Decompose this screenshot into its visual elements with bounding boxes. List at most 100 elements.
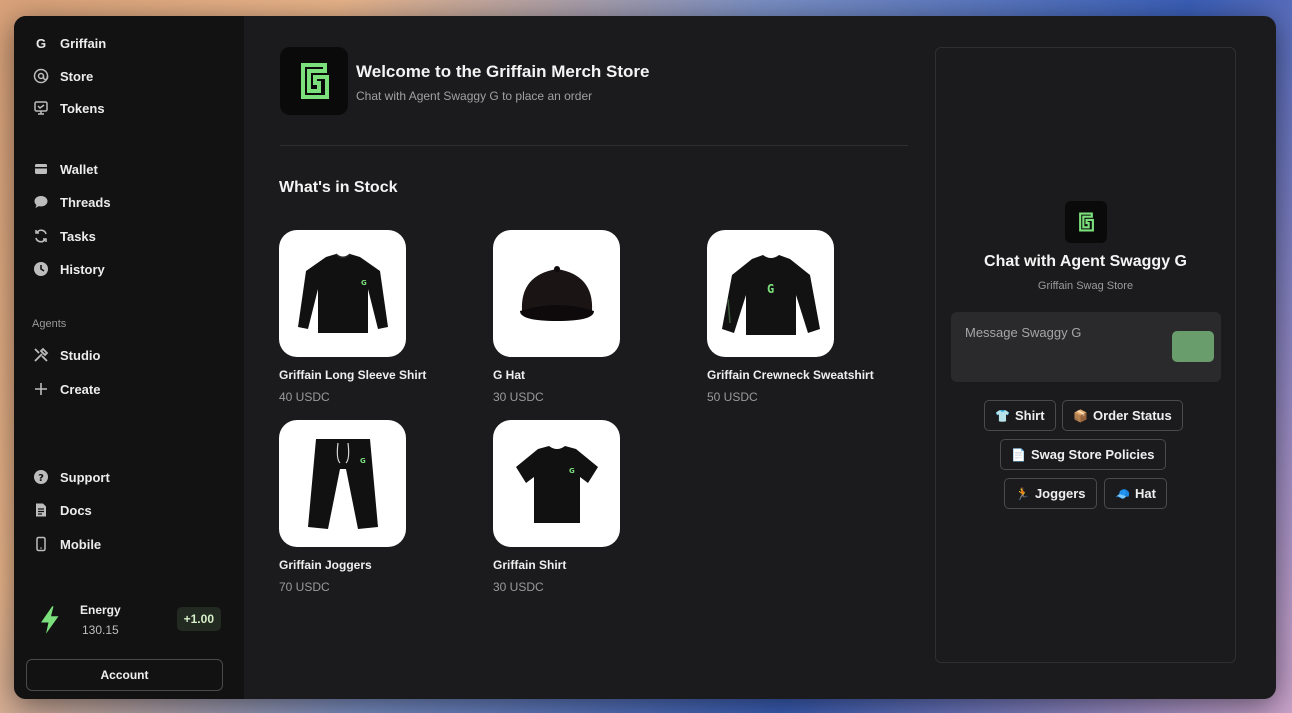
suggestion-chip-order-status[interactable]: 📦 Order Status — [1062, 400, 1183, 431]
chat-subtitle: Griffain Swag Store — [1037, 280, 1134, 292]
svg-text:G: G — [569, 467, 575, 475]
svg-text:G: G — [767, 282, 774, 296]
sidebar-item-label: Mobile — [60, 536, 102, 552]
sidebar-brand[interactable]: G Griffain — [32, 31, 106, 55]
sidebar: G Griffain Store Tokens Wallet Threads T… — [14, 16, 244, 699]
chip-label: Swag Store Policies — [1030, 447, 1155, 462]
clock-icon — [32, 260, 50, 278]
sidebar-item-mobile[interactable]: Mobile — [32, 532, 101, 556]
product-image: G — [279, 230, 406, 357]
package-icon: 📦 — [1073, 408, 1088, 423]
product-image — [493, 230, 620, 357]
sidebar-item-label: Wallet — [60, 161, 98, 177]
chip-label: Hat — [1134, 486, 1156, 501]
suggestion-chip-swag-store-policies[interactable]: 📄 Swag Store Policies — [1000, 439, 1166, 470]
plus-icon — [32, 380, 50, 398]
sidebar-item-studio[interactable]: Studio — [32, 343, 100, 367]
product-card-long-sleeve-shirt[interactable]: G Griffain Long Sleeve Shirt 40 USDC — [279, 230, 479, 404]
suggestion-chip-joggers[interactable]: 🏃 Joggers — [1004, 478, 1097, 509]
product-image: G — [707, 230, 834, 357]
sidebar-item-tokens[interactable]: Tokens — [32, 96, 105, 120]
sidebar-item-support[interactable]: ? Support — [32, 465, 110, 489]
app-window: G Griffain Store Tokens Wallet Threads T… — [14, 16, 1276, 699]
sidebar-item-label: Support — [60, 469, 110, 485]
account-button[interactable]: Account — [26, 659, 223, 691]
chat-title: Chat with Agent Swaggy G — [984, 253, 1187, 270]
at-icon — [32, 67, 50, 85]
energy-value: 130.15 — [82, 623, 119, 637]
suggestion-chip-shirt[interactable]: 👕 Shirt — [984, 400, 1056, 431]
product-name: Griffain Shirt — [493, 558, 567, 572]
sweatshirt-icon: G — [721, 254, 820, 335]
griffain-logo-icon — [1065, 201, 1107, 243]
runner-icon: 🏃 — [1015, 486, 1030, 501]
agents-section-label: Agents — [32, 318, 67, 330]
lightning-icon — [41, 606, 59, 634]
sidebar-item-label: History — [60, 261, 105, 277]
sidebar-item-create[interactable]: Create — [32, 377, 100, 401]
griffain-logo-icon: G — [35, 35, 47, 51]
product-price: 30 USDC — [493, 390, 544, 404]
product-price: 70 USDC — [279, 580, 330, 594]
wallet-icon — [32, 160, 50, 178]
send-button[interactable] — [1172, 331, 1214, 362]
product-image: G — [493, 420, 620, 547]
product-card-crewneck-sweatshirt[interactable]: G Griffain Crewneck Sweatshirt 50 USDC — [707, 230, 907, 404]
sidebar-item-threads[interactable]: Threads — [32, 190, 111, 214]
sidebar-item-wallet[interactable]: Wallet — [32, 157, 98, 181]
mobile-icon — [32, 535, 50, 553]
message-input[interactable] — [965, 325, 1165, 340]
refresh-icon — [32, 227, 50, 245]
sidebar-item-label: Tasks — [60, 228, 96, 244]
sidebar-item-label: Store — [60, 68, 94, 84]
product-image: G — [279, 420, 406, 547]
sidebar-item-docs[interactable]: Docs — [32, 498, 92, 522]
help-icon: ? — [32, 468, 50, 486]
sidebar-item-label: Threads — [60, 194, 111, 210]
joggers-icon: G — [307, 438, 378, 529]
sidebar-item-store[interactable]: Store — [32, 64, 93, 88]
page-title: Welcome to the Griffain Merch Store — [356, 62, 650, 81]
svg-text:?: ? — [38, 473, 44, 484]
store-main: Welcome to the Griffain Merch Store Chat… — [244, 16, 944, 699]
chip-label: Shirt — [1014, 408, 1045, 423]
product-card-shirt[interactable]: G Griffain Shirt 30 USDC — [493, 420, 693, 594]
energy-widget: Energy 130.15 +1.00 — [36, 598, 221, 642]
griffain-logo-icon — [280, 47, 348, 115]
tokens-icon — [32, 99, 50, 117]
svg-text:G: G — [361, 279, 367, 287]
t-shirt-icon: G — [515, 445, 598, 523]
document-icon: 📄 — [1011, 447, 1026, 462]
product-card-g-hat[interactable]: G Hat 30 USDC — [493, 230, 693, 404]
sidebar-item-tasks[interactable]: Tasks — [32, 224, 96, 248]
page-subtitle: Chat with Agent Swaggy G to place an ord… — [356, 89, 593, 103]
sidebar-item-label: Studio — [60, 347, 101, 363]
divider — [280, 145, 908, 146]
document-icon — [32, 501, 50, 519]
sidebar-item-label: Create — [60, 381, 101, 397]
sidebar-item-history[interactable]: History — [32, 257, 105, 281]
product-price: 50 USDC — [707, 390, 758, 404]
long-sleeve-shirt-icon: G — [297, 252, 388, 333]
product-price: 40 USDC — [279, 390, 330, 404]
svg-text:G: G — [360, 457, 366, 465]
message-composer — [951, 312, 1221, 382]
energy-delta-badge: +1.00 — [176, 607, 221, 631]
product-name: G Hat — [493, 368, 526, 382]
product-name: Griffain Long Sleeve Shirt — [279, 368, 427, 382]
tools-icon — [32, 346, 50, 364]
chip-label: Joggers — [1034, 486, 1086, 501]
product-name: Griffain Crewneck Sweatshirt — [707, 368, 874, 382]
energy-label: Energy — [80, 603, 121, 617]
chip-label: Order Status — [1092, 408, 1172, 423]
brand-name: Griffain — [60, 35, 107, 51]
sidebar-item-label: Tokens — [60, 100, 105, 116]
section-title: What's in Stock — [279, 179, 398, 196]
suggestion-chip-hat[interactable]: 🧢 Hat — [1104, 478, 1167, 509]
shirt-icon: 👕 — [995, 408, 1010, 423]
product-price: 30 USDC — [493, 580, 544, 594]
sidebar-item-label: Docs — [60, 502, 92, 518]
chat-bubble-icon — [32, 193, 50, 211]
chat-panel: Chat with Agent Swaggy G Griffain Swag S… — [935, 47, 1236, 663]
product-card-joggers[interactable]: G Griffain Joggers 70 USDC — [279, 420, 479, 594]
